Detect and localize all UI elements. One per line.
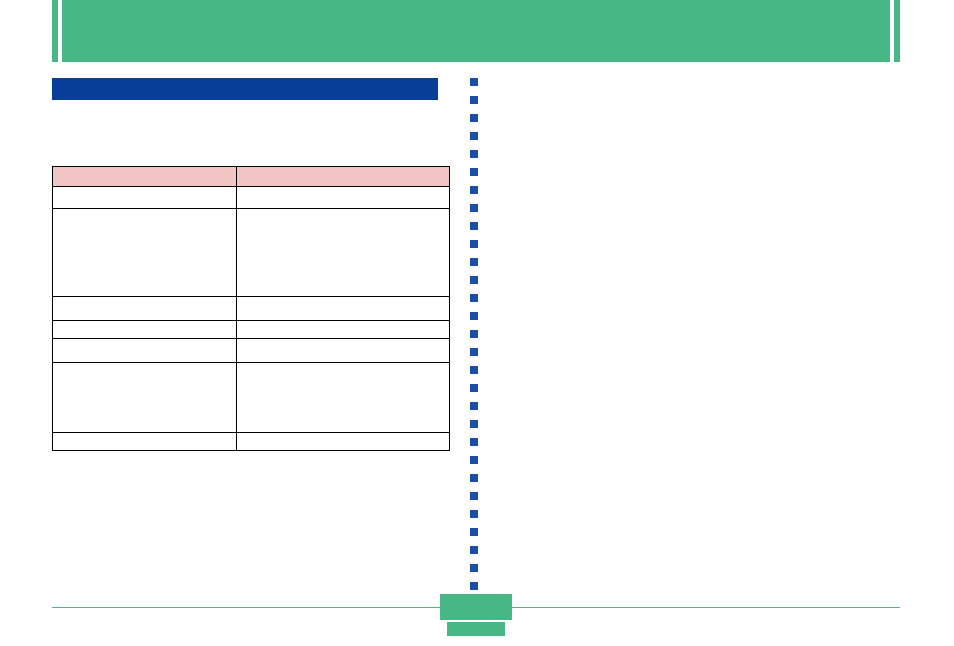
table-row (53, 363, 450, 433)
page (0, 0, 954, 646)
table-header-cell (53, 167, 237, 187)
table-cell (53, 363, 237, 433)
table-cell (236, 297, 449, 321)
table-cell (53, 339, 237, 363)
table-row (53, 321, 450, 339)
column-divider (470, 78, 478, 598)
table-cell (53, 321, 237, 339)
footer-page-badge-lower (447, 622, 505, 636)
table-cell (236, 209, 449, 297)
table-cell (236, 321, 449, 339)
footer-page-badge (440, 594, 512, 620)
table-header-cell (236, 167, 449, 187)
table-cell (53, 297, 237, 321)
banner-right-stripe (894, 0, 900, 62)
table-row (53, 339, 450, 363)
table-row (53, 297, 450, 321)
table-cell (53, 187, 237, 209)
table-row (53, 433, 450, 451)
table-cell (236, 363, 449, 433)
section-heading-bar (52, 78, 438, 100)
table-cell (53, 433, 237, 451)
table-header-row (53, 167, 450, 187)
details-table (52, 166, 450, 451)
table-row (53, 187, 450, 209)
table-cell (236, 433, 449, 451)
table-cell (236, 339, 449, 363)
banner (62, 0, 890, 62)
table-cell (236, 187, 449, 209)
table-row (53, 209, 450, 297)
table-cell (53, 209, 237, 297)
